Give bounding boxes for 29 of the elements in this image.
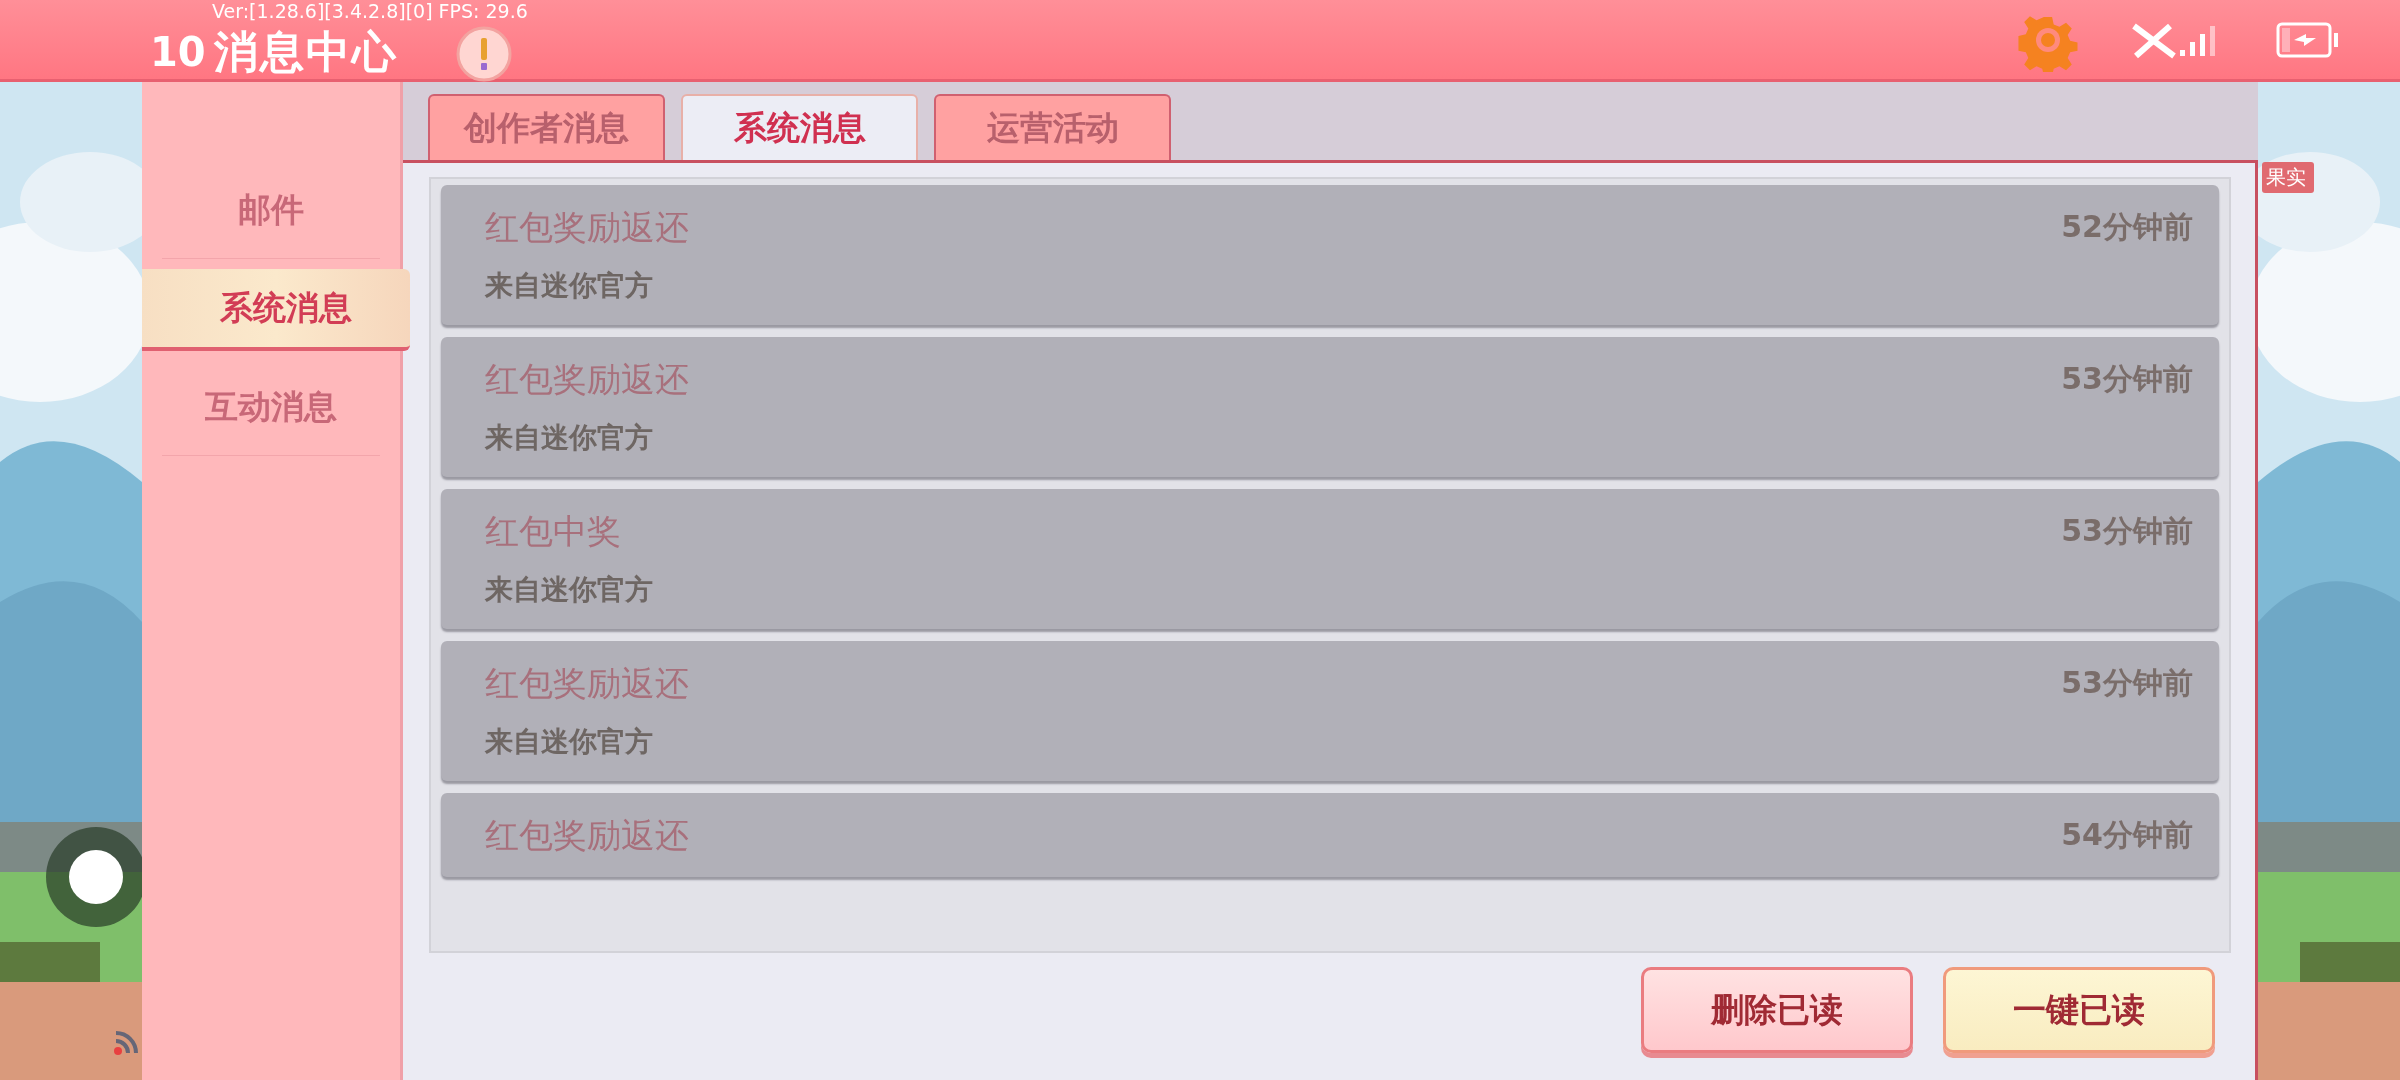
- window-title: 消息中心: [213, 27, 398, 77]
- message-time: 54分钟前: [2061, 816, 2193, 854]
- count-text: 10: [150, 28, 206, 77]
- message-time: 53分钟前: [2061, 512, 2193, 550]
- message-source: 来自迷你官方: [485, 269, 654, 303]
- message-source: 来自迷你官方: [485, 421, 654, 455]
- message-source: 来自迷你官方: [485, 725, 654, 759]
- scene-label: 果实: [2262, 162, 2314, 193]
- tab[interactable]: 系统消息: [681, 94, 918, 160]
- message-card[interactable]: 红包奖励返还 53分钟前 来自迷你官方: [441, 337, 2219, 477]
- message-time: 53分钟前: [2061, 360, 2193, 398]
- message-card[interactable]: 红包奖励返还 52分钟前 来自迷你官方: [441, 185, 2219, 325]
- tab[interactable]: 创作者消息: [428, 94, 665, 160]
- message-title: 红包中奖: [485, 511, 622, 551]
- message-title: 红包奖励返还: [485, 207, 690, 247]
- message-source: 来自迷你官方: [485, 573, 654, 607]
- sidebar-item[interactable]: 互动消息: [162, 359, 380, 456]
- message-card[interactable]: 红包奖励返还 53分钟前 来自迷你官方: [441, 641, 2219, 781]
- message-card[interactable]: 红包中奖 53分钟前 来自迷你官方: [441, 489, 2219, 629]
- message-title: 红包奖励返还: [485, 815, 690, 855]
- message-time: 53分钟前: [2061, 664, 2193, 702]
- message-title: 红包奖励返还: [485, 663, 690, 703]
- sidebar-item[interactable]: 系统消息: [142, 269, 410, 351]
- message-title: 红包奖励返还: [485, 359, 690, 399]
- message-time: 52分钟前: [2061, 208, 2193, 246]
- sidebar-item[interactable]: 邮件: [162, 162, 380, 259]
- debug-info: Ver:[1.28.6][3.4.2.8][0] FPS: 29.6: [211, 0, 528, 22]
- tab[interactable]: 运营活动: [934, 94, 1171, 160]
- message-card[interactable]: 红包奖励返还 54分钟前: [441, 793, 2219, 877]
